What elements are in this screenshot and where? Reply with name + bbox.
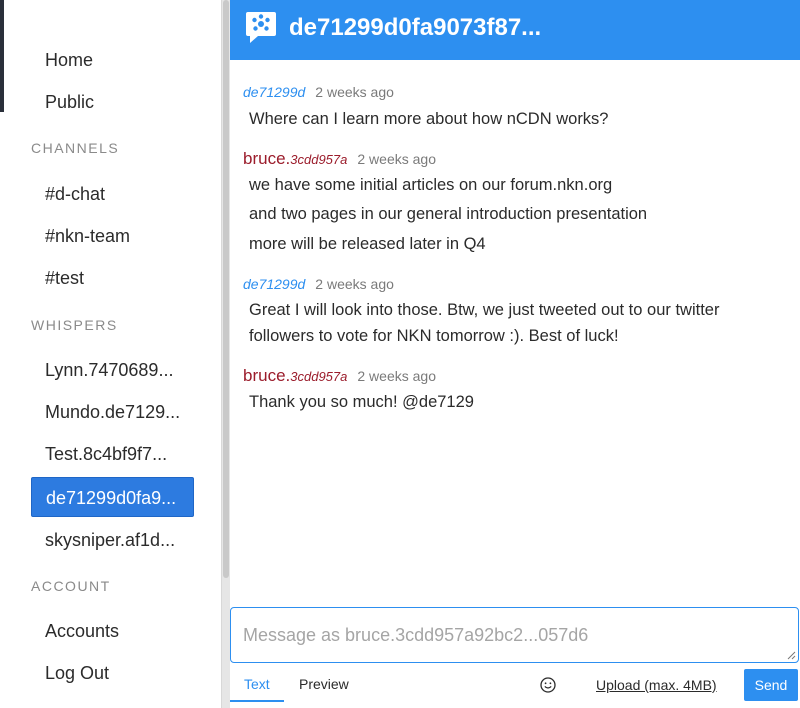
sidebar-item-log-out[interactable]: Log Out	[31, 653, 194, 693]
message-text: followers to vote for NKN tomorrow :). B…	[249, 327, 619, 345]
sidebar-item-public[interactable]: Public	[31, 82, 194, 122]
message-text: Great I will look into those. Btw, we ju…	[249, 301, 720, 319]
message-timestamp: 2 weeks ago	[357, 151, 436, 167]
sidebar-item-whisper-de71299d[interactable]: de71299d0fa9...	[31, 477, 194, 517]
tab-preview[interactable]: Preview	[299, 676, 349, 692]
message-composer	[230, 607, 799, 663]
chat-bubble-logo-icon	[246, 12, 276, 43]
channels-heading: CHANNELS	[31, 140, 120, 156]
message-text: and two pages in our general introductio…	[249, 205, 648, 223]
message-text: we have some initial articles on our for…	[249, 176, 613, 194]
message-author[interactable]: bruce.3cdd957a	[243, 149, 347, 168]
message-text: Where can I learn more about how nCDN wo…	[249, 110, 609, 128]
chat-header: de71299d0fa9073f87...	[230, 0, 800, 60]
sidebar-item-accounts[interactable]: Accounts	[31, 611, 194, 651]
message-input[interactable]	[231, 608, 798, 662]
smiley-face-icon[interactable]	[540, 677, 556, 693]
message-header: de71299d 2 weeks ago	[243, 276, 394, 294]
send-button[interactable]: Send	[744, 669, 798, 701]
sidebar-item-d-chat[interactable]: #d-chat	[31, 174, 194, 214]
message-timestamp: 2 weeks ago	[315, 84, 394, 100]
message-list: de71299d 2 weeks ago Where can I learn mo…	[230, 60, 800, 605]
account-heading: ACCOUNT	[31, 578, 111, 594]
sidebar-scrollbar-thumb[interactable]	[223, 0, 229, 578]
message-header: de71299d 2 weeks ago	[243, 84, 394, 102]
message-author[interactable]: bruce.3cdd957a	[243, 366, 347, 385]
message-header: bruce.3cdd957a 2 weeks ago	[243, 366, 436, 386]
message-header: bruce.3cdd957a 2 weeks ago	[243, 149, 436, 169]
message-timestamp: 2 weeks ago	[315, 276, 394, 292]
sidebar: Home Public CHANNELS #d-chat #nkn-team #…	[0, 0, 222, 708]
active-tab-indicator	[230, 700, 284, 702]
sidebar-item-whisper-skysniper[interactable]: skysniper.af1d...	[31, 520, 194, 560]
message-author[interactable]: de71299d	[243, 276, 305, 292]
upload-link[interactable]: Upload (max. 4MB)	[596, 677, 717, 693]
resize-grip-icon[interactable]	[786, 650, 796, 660]
message-timestamp: 2 weeks ago	[357, 368, 436, 384]
conversation-title: de71299d0fa9073f87...	[289, 14, 542, 41]
sidebar-item-test[interactable]: #test	[31, 258, 194, 298]
whispers-heading: WHISPERS	[31, 317, 118, 333]
message-author[interactable]: de71299d	[243, 84, 305, 100]
message-text: more will be released later in Q4	[249, 235, 486, 253]
sidebar-item-whisper-mundo[interactable]: Mundo.de7129...	[31, 392, 194, 432]
sidebar-scrollbar[interactable]	[222, 0, 230, 708]
tab-text[interactable]: Text	[244, 676, 270, 692]
message-text: Thank you so much! @de7129	[249, 393, 474, 411]
sidebar-item-nkn-team[interactable]: #nkn-team	[31, 216, 194, 256]
window-edge	[0, 0, 4, 112]
sidebar-item-whisper-lynn[interactable]: Lynn.7470689...	[31, 350, 194, 390]
sidebar-item-whisper-test[interactable]: Test.8c4bf9f7...	[31, 434, 194, 474]
sidebar-item-home[interactable]: Home	[31, 40, 194, 80]
chat-app: Home Public CHANNELS #d-chat #nkn-team #…	[0, 0, 800, 708]
